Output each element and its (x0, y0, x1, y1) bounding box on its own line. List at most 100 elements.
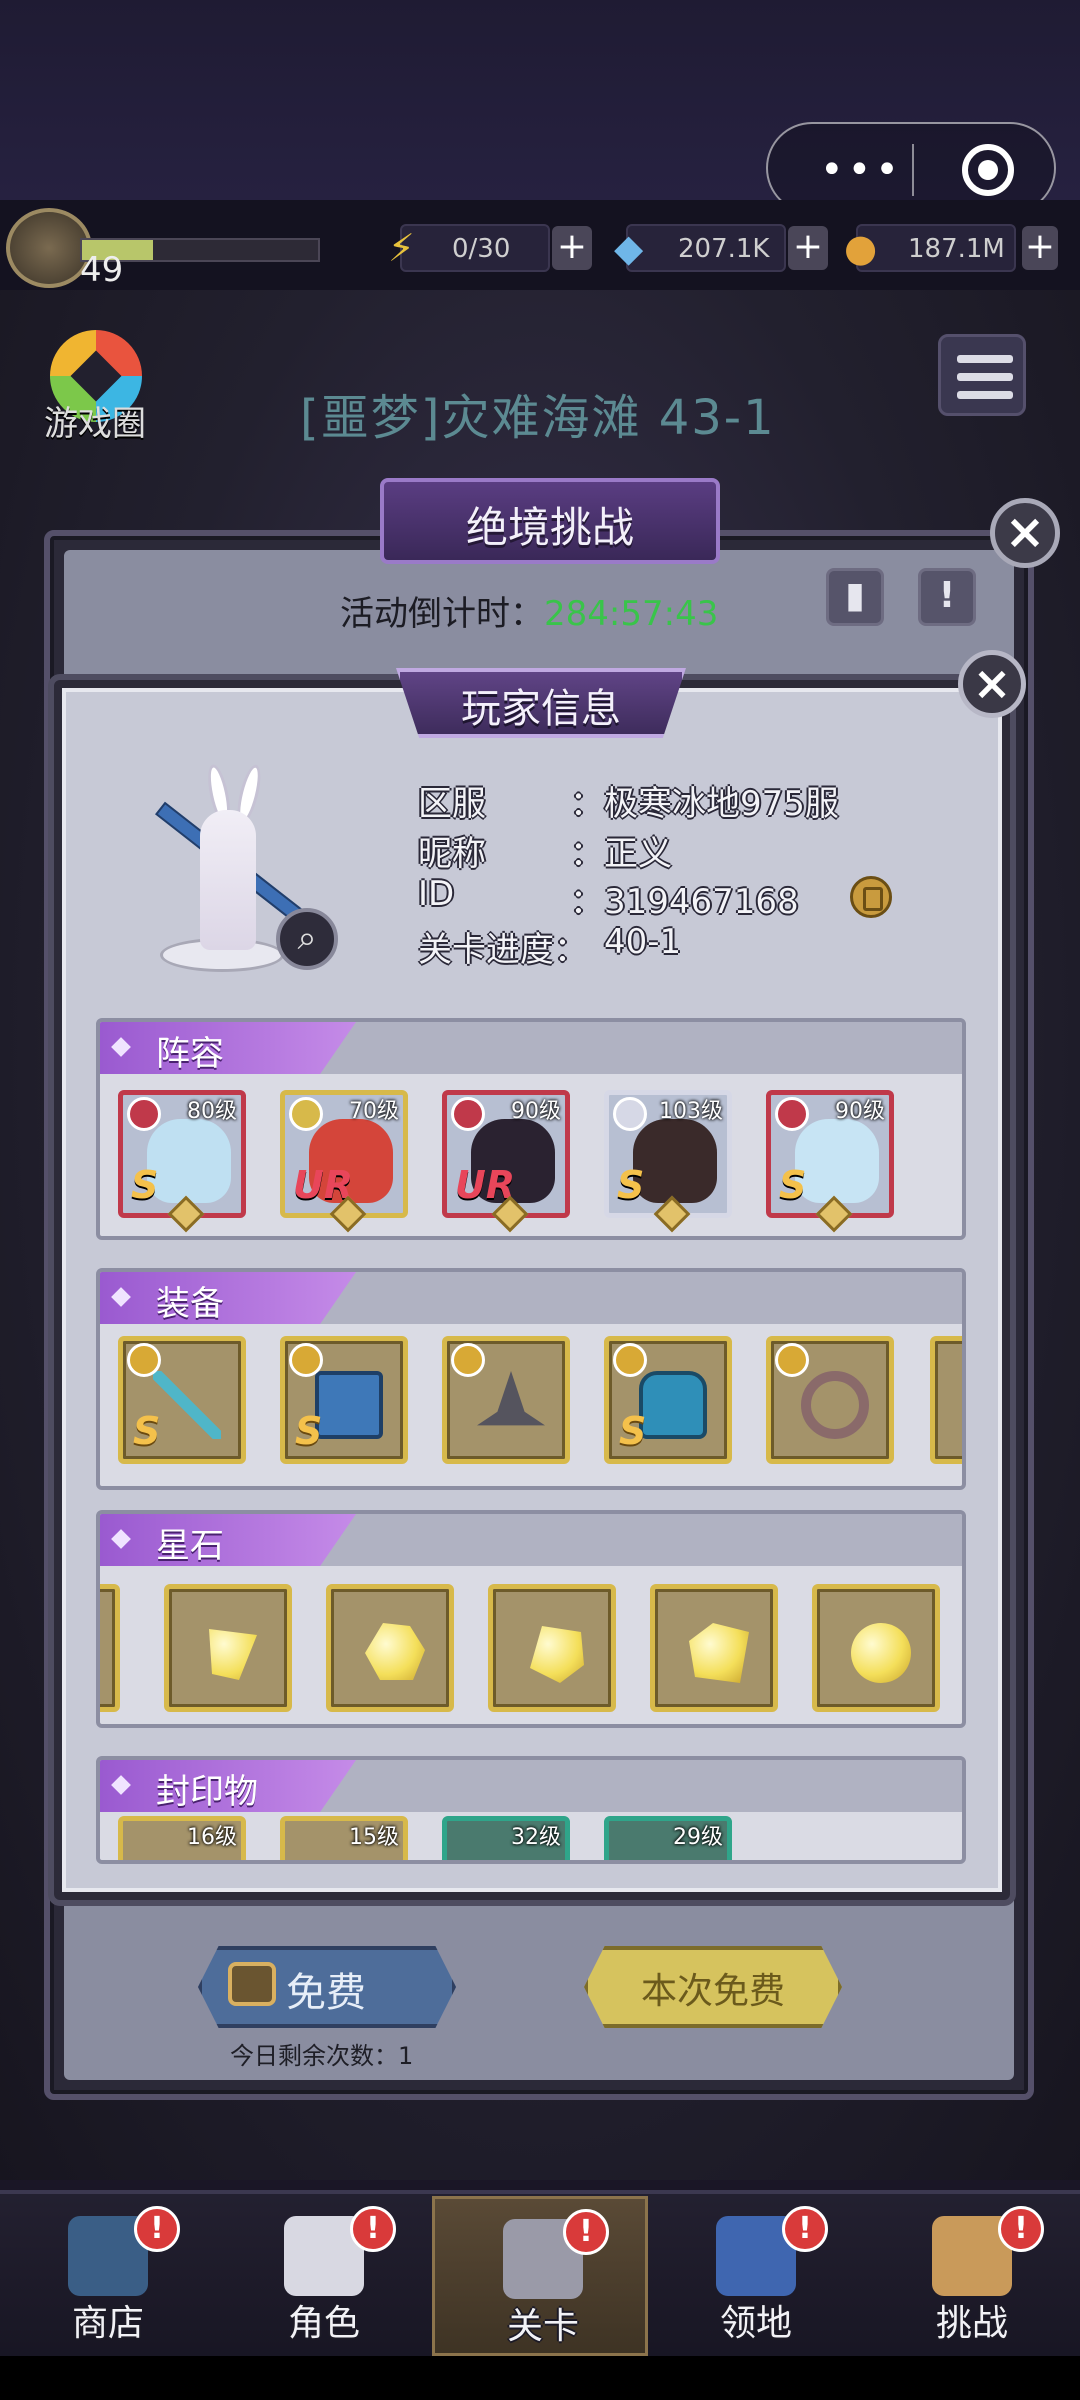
equipment-slot[interactable] (766, 1336, 894, 1464)
nav-item[interactable]: ! 领地 (648, 2196, 864, 2356)
nav-item[interactable]: ! 挑战 (864, 2196, 1080, 2356)
stamina-resource: ⚡ 0/30 + (388, 224, 592, 272)
nickname-value: ：正义 (570, 834, 672, 874)
hero-class-icon (775, 1097, 809, 1131)
equipment-slot[interactable]: S (604, 1336, 732, 1464)
nav-item[interactable]: ! 关卡 (432, 2196, 648, 2356)
diamond-value: 207.1K (678, 234, 770, 264)
magnifier-icon[interactable]: ⌕ (276, 908, 338, 970)
starstone-slot[interactable] (488, 1584, 616, 1712)
event-countdown: 活动倒计时：284:57:43 (340, 586, 718, 635)
starstone-slot[interactable] (326, 1584, 454, 1712)
equipment-type-icon (613, 1343, 647, 1377)
starstone-slot[interactable] (812, 1584, 940, 1712)
info-exclamation-icon[interactable]: ! (918, 568, 976, 626)
nav-label: 挑战 (935, 2303, 1008, 2344)
gold-coin-icon: ● (844, 226, 878, 270)
copy-id-icon[interactable] (850, 876, 892, 918)
nav-label: 领地 (719, 2303, 792, 2344)
gem-icon (689, 1623, 749, 1683)
lineup-hero-card[interactable]: 103级 S (604, 1090, 732, 1233)
seal-item[interactable]: 16级 (118, 1816, 246, 1860)
nav-item[interactable]: ! 商店 (0, 2196, 216, 2356)
gold-value: 187.1M (908, 234, 1005, 264)
add-stamina-button[interactable]: + (552, 226, 592, 270)
progress-label: 关卡进度： (418, 930, 588, 970)
add-gold-button[interactable]: + (1022, 226, 1058, 270)
gold-resource: ● 187.1M + (844, 224, 1058, 272)
hero-portrait (633, 1119, 717, 1203)
starstone-slot[interactable] (650, 1584, 778, 1712)
stage-title: [噩梦]灾难海滩 43-1 (300, 390, 776, 446)
starstone-slot[interactable] (164, 1584, 292, 1712)
hero-class-icon (613, 1097, 647, 1131)
equipment-slot[interactable]: S (280, 1336, 408, 1464)
id-label: ID (418, 874, 455, 914)
equipment-type-icon (775, 1343, 809, 1377)
hero-rank: S (617, 1163, 645, 1207)
remaining-count: 今日剩余次数：1 (230, 2042, 414, 2070)
more-dots-icon[interactable]: ••• (820, 150, 903, 190)
equipment-slot[interactable] (930, 1336, 962, 1464)
seal-level: 15级 (349, 1825, 399, 1850)
id-value: ：319467168 (570, 882, 799, 922)
alert-badge-icon: ! (134, 2206, 180, 2252)
hero-level: 90级 (511, 1099, 561, 1124)
add-diamond-button[interactable]: + (788, 226, 828, 270)
lightning-icon: ⚡ (388, 226, 415, 270)
countdown-label: 活动倒计时： (340, 594, 544, 634)
lineup-hero-card[interactable]: 70级 UR (280, 1090, 408, 1233)
player-info-close-icon[interactable]: × (958, 650, 1026, 718)
seal-level: 32级 (511, 1825, 561, 1850)
system-gesture-bar (0, 2356, 1080, 2400)
target-circle-icon[interactable] (962, 144, 1014, 196)
alert-badge-icon: ! (782, 2206, 828, 2252)
seal-item[interactable]: 32级 (442, 1816, 570, 1860)
lineup-heading: 阵容 (156, 1034, 224, 1074)
list-menu-icon[interactable] (938, 334, 1026, 416)
equipment-slot[interactable] (442, 1336, 570, 1464)
diamond-resource: ◆ 207.1K + (614, 224, 828, 272)
capsule-divider (912, 144, 914, 196)
equipment-slot[interactable]: S (118, 1336, 246, 1464)
free-this-time-label: 本次免费 (640, 1971, 785, 2012)
diamond-icon: ◆ (614, 226, 644, 270)
server-label: 区服 (418, 784, 486, 824)
stamina-value: 0/30 (452, 234, 511, 264)
game-circle-label[interactable]: 游戏圈 (44, 396, 146, 445)
gem-icon (209, 1629, 257, 1680)
seal-item[interactable]: 29级 (604, 1816, 732, 1860)
challenge-close-icon[interactable]: × (990, 498, 1060, 568)
lineup-hero-card[interactable]: 90级 S (766, 1090, 894, 1233)
ranking-icon[interactable]: ▮ (826, 568, 884, 626)
nickname-label: 昵称 (418, 834, 486, 874)
player-info-title: 玩家信息 (461, 686, 621, 732)
seal-item[interactable]: 15级 (280, 1816, 408, 1860)
nav-label: 商店 (71, 2303, 144, 2344)
starstone-slot[interactable] (100, 1584, 120, 1712)
spellbook-icon (315, 1371, 383, 1439)
nav-label: 关卡 (506, 2306, 579, 2347)
nav-item[interactable]: ! 角色 (216, 2196, 432, 2356)
equipment-type-icon (451, 1343, 485, 1377)
seal-level: 29级 (673, 1825, 723, 1850)
equipment-rank: S (619, 1409, 647, 1453)
equipment-rank: S (295, 1409, 323, 1453)
equipment-type-icon (127, 1343, 161, 1377)
free-button-label: 免费 (286, 1970, 366, 2016)
hero-rank: S (779, 1163, 807, 1207)
lineup-hero-card[interactable]: 80级 S (118, 1090, 246, 1233)
armor-icon (639, 1371, 707, 1439)
ring-icon (801, 1371, 869, 1439)
equipment-type-icon (289, 1343, 323, 1377)
hero-class-icon (289, 1097, 323, 1131)
nav-label: 角色 (287, 2303, 360, 2344)
hero-portrait (147, 1119, 231, 1203)
challenge-dialog-title: 绝境挑战 (465, 503, 634, 552)
hero-portrait (795, 1119, 879, 1203)
server-value: ：极寒冰地975服 (570, 784, 839, 824)
player-level: 49 (80, 250, 124, 290)
countdown-time: 284:57:43 (544, 594, 719, 634)
lineup-hero-card[interactable]: 90级 UR (442, 1090, 570, 1233)
gem-icon (530, 1626, 584, 1683)
